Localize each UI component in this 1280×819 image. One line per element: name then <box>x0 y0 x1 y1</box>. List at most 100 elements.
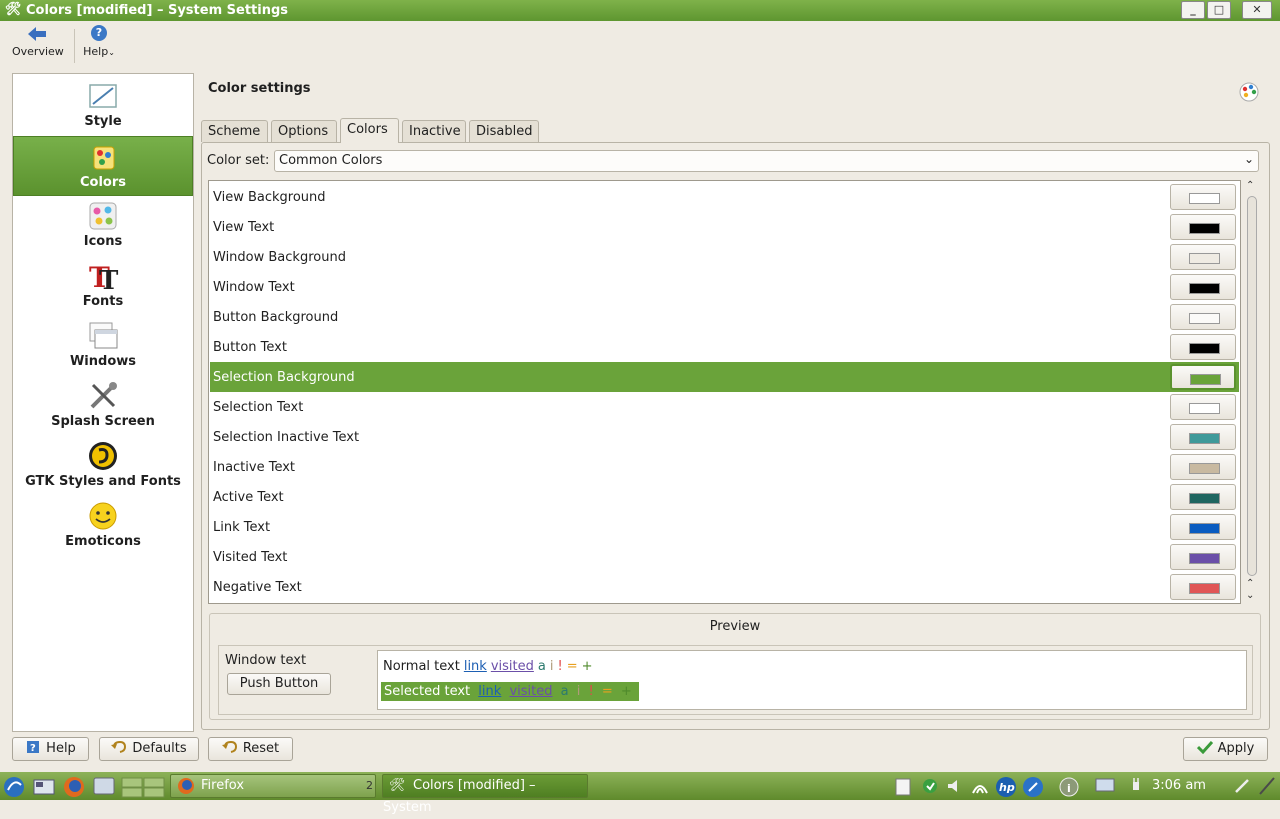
tab-colors[interactable]: Colors <box>340 118 399 143</box>
clock[interactable]: 3:06 am <box>1152 778 1206 793</box>
preview-active: a <box>537 659 546 674</box>
system-settings-icon[interactable]: 🛠 <box>5 2 22 18</box>
preview-title: Preview <box>709 619 761 634</box>
color-row[interactable]: Negative Text <box>210 572 1239 602</box>
color-row[interactable]: Inactive Text <box>210 452 1239 482</box>
color-row-label: Inactive Text <box>213 460 296 475</box>
color-row[interactable]: Window Text <box>210 272 1239 302</box>
firefox-icon[interactable] <box>63 776 85 797</box>
scroll-thumb[interactable] <box>1247 196 1257 576</box>
preview-neutral: = <box>566 659 578 674</box>
preview-visited[interactable]: visited <box>491 659 534 674</box>
update-icon[interactable] <box>920 776 942 796</box>
color-set-dropdown[interactable]: Common Colors ⌄ <box>274 150 1259 172</box>
reset-button[interactable]: Reset <box>208 737 293 761</box>
help-button[interactable]: ? Help <box>12 737 89 761</box>
clipboard-icon[interactable] <box>893 776 915 796</box>
sidebar-item-label: Icons <box>83 234 123 249</box>
pager-icon[interactable] <box>121 776 165 798</box>
color-list-scrollbar[interactable]: ⌃ ⌃ ⌄ <box>1244 180 1260 604</box>
plasma-cashew-icon[interactable] <box>1258 776 1276 796</box>
color-picker-button[interactable] <box>1170 184 1236 210</box>
color-row-label: Link Text <box>213 520 271 535</box>
tab-scheme[interactable]: Scheme <box>201 120 268 142</box>
color-picker-button[interactable] <box>1170 304 1236 330</box>
preview-selected-visited[interactable]: visited <box>509 684 552 699</box>
network-icon[interactable] <box>970 776 992 796</box>
color-picker-button[interactable] <box>1170 424 1236 450</box>
tab-disabled[interactable]: Disabled <box>469 120 539 142</box>
overview-button[interactable]: Overview <box>12 25 64 58</box>
kde-menu-icon[interactable] <box>3 776 25 797</box>
sidebar-item-icons[interactable]: Icons <box>13 196 193 256</box>
sidebar-item-colors[interactable]: Colors <box>13 136 193 196</box>
color-picker-button[interactable] <box>1170 394 1236 420</box>
scroll-up-icon[interactable]: ⌃ <box>1246 180 1254 191</box>
color-row[interactable]: View Background <box>210 182 1239 212</box>
color-picker-button[interactable] <box>1170 544 1236 570</box>
display-icon[interactable] <box>1094 776 1116 796</box>
color-picker-button[interactable] <box>1170 574 1236 600</box>
pen-icon[interactable] <box>1232 776 1254 796</box>
color-row[interactable]: Visited Text <box>210 542 1239 572</box>
close-button[interactable]: ✕ <box>1242 1 1272 19</box>
preview-inactive: i <box>549 659 554 674</box>
smiley-icon <box>87 500 119 532</box>
color-row[interactable]: Selection Text <box>210 392 1239 422</box>
color-row[interactable]: Selection Background <box>210 362 1239 392</box>
scroll-down-icon[interactable]: ⌄ <box>1246 590 1254 601</box>
back-arrow-icon <box>12 25 62 45</box>
taskbar-task-system-settings[interactable]: 🛠 Colors [modified] – System <box>382 774 588 815</box>
bluetooth-icon[interactable] <box>1022 776 1044 797</box>
taskbar: Firefox 2 🛠 Colors [modified] – System hp… <box>0 772 1280 815</box>
color-picker-button[interactable] <box>1170 514 1236 540</box>
color-row-label: Selection Background <box>213 370 355 385</box>
file-manager-icon[interactable] <box>33 776 55 796</box>
help-menu-button[interactable]: ? Help⌄ <box>82 25 116 58</box>
sidebar-item-windows[interactable]: Windows <box>13 316 193 376</box>
tab-options[interactable]: Options <box>271 120 337 142</box>
color-row-label: View Background <box>213 190 326 205</box>
power-plug-icon[interactable] <box>1126 776 1148 796</box>
color-swatch <box>1189 523 1220 534</box>
color-row[interactable]: Active Text <box>210 482 1239 512</box>
tab-inactive[interactable]: Inactive <box>402 120 466 142</box>
color-swatch <box>1189 283 1220 294</box>
tools-icon <box>87 380 119 412</box>
color-row[interactable]: Link Text <box>210 512 1239 542</box>
sidebar-item-fonts[interactable]: TT Fonts <box>13 256 193 316</box>
color-picker-button[interactable] <box>1170 274 1236 300</box>
color-swatch <box>1189 583 1220 594</box>
color-picker-button[interactable] <box>1170 214 1236 240</box>
volume-icon[interactable] <box>945 776 967 796</box>
color-row-label: Window Background <box>213 250 346 265</box>
color-picker-button[interactable] <box>1170 484 1236 510</box>
color-picker-button[interactable] <box>1170 364 1236 390</box>
apply-button[interactable]: Apply <box>1183 737 1268 761</box>
sidebar-item-gtk-styles[interactable]: GTK Styles and Fonts <box>13 436 193 496</box>
sidebar-item-emoticons[interactable]: Emoticons <box>13 496 193 556</box>
color-picker-button[interactable] <box>1170 244 1236 270</box>
apply-button-label: Apply <box>1217 741 1255 756</box>
minimize-button[interactable]: _ <box>1181 1 1205 19</box>
color-row[interactable]: Button Background <box>210 302 1239 332</box>
sidebar-item-splash-screen[interactable]: Splash Screen <box>13 376 193 436</box>
color-row[interactable]: View Text <box>210 212 1239 242</box>
info-icon[interactable]: i <box>1058 776 1080 797</box>
sidebar-item-style[interactable]: Style <box>13 76 193 136</box>
defaults-button[interactable]: Defaults <box>99 737 199 761</box>
taskbar-task-firefox[interactable]: Firefox 2 <box>170 774 376 798</box>
color-picker-button[interactable] <box>1170 334 1236 360</box>
hp-icon[interactable]: hp <box>995 776 1017 797</box>
preview-link[interactable]: link <box>464 659 487 674</box>
preview-push-button[interactable]: Push Button <box>227 673 331 695</box>
color-row[interactable]: Window Background <box>210 242 1239 272</box>
color-row[interactable]: Button Text <box>210 332 1239 362</box>
maximize-button[interactable]: □ <box>1207 1 1231 19</box>
color-row[interactable]: Selection Inactive Text <box>210 422 1239 452</box>
color-picker-button[interactable] <box>1170 454 1236 480</box>
scroll-up-icon-lower[interactable]: ⌃ <box>1246 578 1254 589</box>
preview-selected-line: Selected text link visited a i ! = + <box>381 682 643 701</box>
terminal-icon[interactable] <box>93 776 115 796</box>
preview-selected-link[interactable]: link <box>478 684 501 699</box>
